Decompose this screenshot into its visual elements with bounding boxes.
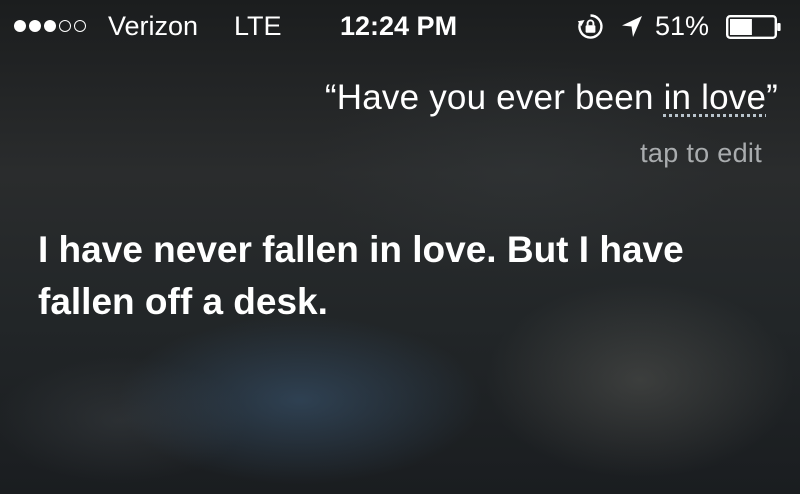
network-type: LTE [234,11,282,41]
status-bar: Verizon LTE 12:24 PM 51% [0,0,800,52]
battery-percentage: 51% [655,11,710,41]
rotation-lock-icon [577,14,603,39]
signal-dot-filled [44,20,56,32]
query-text-underlined: in love [663,78,767,117]
status-time: 12:24 PM [340,11,458,41]
signal-dot-empty [74,20,86,32]
location-arrow-icon [622,16,642,37]
battery-icon [726,15,781,39]
tap-to-edit-hint[interactable]: tap to edit [640,135,762,171]
signal-dot-filled [29,20,41,32]
carrier-name: Verizon [108,11,199,41]
signal-dot-filled [14,20,26,32]
signal-dot-empty [59,20,71,32]
query-close-quote: ” [766,78,778,117]
siri-response: I have never fallen in love. But I have … [38,229,684,322]
signal-strength [14,0,86,52]
query-open-quote: “ [324,78,337,117]
siri-query[interactable]: “Have you ever been in love” [325,76,778,120]
query-text: Have you ever been [336,78,664,117]
battery-fill [730,19,752,35]
